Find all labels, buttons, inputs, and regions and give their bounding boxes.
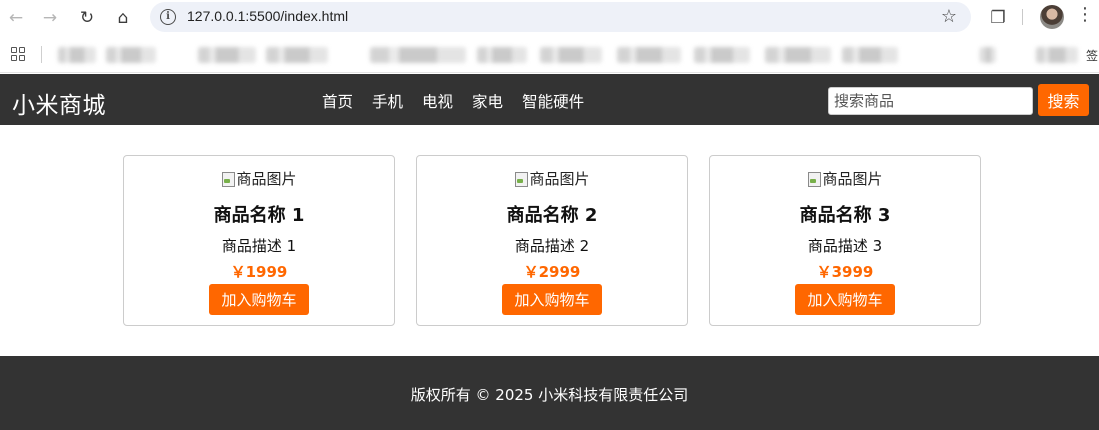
product-card: 商品图片 商品名称 2 商品描述 2 ￥2999 加入购物车 [416, 155, 688, 326]
product-list: 商品图片 商品名称 1 商品描述 1 ￥1999 加入购物车 商品图片 商品名称… [123, 155, 981, 326]
browser-menu-icon[interactable]: ⋮ [1076, 4, 1094, 25]
main-nav: 首页 手机 电视 家电 智能硬件 [322, 90, 584, 112]
bookmark-item[interactable] [370, 47, 466, 63]
bookmarks-divider [41, 46, 42, 63]
home-icon[interactable]: ⌂ [110, 5, 136, 31]
add-to-cart-button[interactable]: 加入购物车 [209, 284, 309, 315]
product-image-alt: 商品图片 [236, 170, 297, 188]
bookmark-item[interactable] [266, 47, 328, 63]
search-input[interactable] [828, 87, 1033, 115]
site-footer: 版权所有 © 2025 小米科技有限责任公司 [0, 356, 1099, 430]
nav-link-tv[interactable]: 电视 [422, 90, 453, 112]
address-bar[interactable]: i 127.0.0.1:5500/index.html ☆ [150, 2, 971, 32]
browser-toolbar: ← → ↻ ⌂ i 127.0.0.1:5500/index.html ☆ ❐ … [0, 0, 1099, 36]
bookmark-star-icon[interactable]: ☆ [941, 6, 957, 27]
product-description: 商品描述 1 [221, 237, 297, 255]
apps-grid-icon[interactable] [11, 47, 25, 61]
bookmark-item[interactable] [980, 47, 996, 63]
forward-arrow-icon[interactable]: → [37, 5, 63, 31]
add-to-cart-button[interactable]: 加入购物车 [502, 284, 602, 315]
nav-link-appliances[interactable]: 家电 [472, 90, 503, 112]
bookmark-item[interactable] [198, 47, 256, 63]
product-price: ￥3999 [816, 263, 874, 281]
bookmark-item[interactable] [106, 47, 156, 63]
address-url[interactable]: 127.0.0.1:5500/index.html [187, 8, 348, 24]
product-image: 商品图片 [124, 168, 394, 189]
bookmark-item[interactable] [617, 47, 681, 63]
search-button[interactable]: 搜索 [1038, 84, 1089, 116]
bookmark-item[interactable] [540, 47, 602, 63]
copyright-text: 版权所有 © 2025 小米科技有限责任公司 [410, 386, 689, 404]
product-card: 商品图片 商品名称 3 商品描述 3 ￥3999 加入购物车 [709, 155, 981, 326]
nav-link-phones[interactable]: 手机 [372, 90, 403, 112]
bookmark-item[interactable] [694, 47, 750, 63]
bookmarks-overflow[interactable]: 签 [1086, 47, 1098, 64]
product-name: 商品名称 3 [799, 205, 891, 226]
product-card: 商品图片 商品名称 1 商品描述 1 ￥1999 加入购物车 [123, 155, 395, 326]
profile-avatar[interactable] [1040, 5, 1064, 29]
site-logo[interactable]: 小米商城 [12, 86, 106, 120]
product-image-alt: 商品图片 [822, 170, 883, 188]
product-description: 商品描述 2 [514, 237, 590, 255]
nav-link-home[interactable]: 首页 [322, 90, 353, 112]
broken-image-icon [221, 171, 236, 187]
product-name: 商品名称 2 [506, 205, 598, 226]
bookmarks-bar: 签 [0, 36, 1099, 73]
back-arrow-icon[interactable]: ← [3, 5, 29, 31]
bookmark-item[interactable] [842, 47, 898, 63]
broken-image-icon [807, 171, 822, 187]
site-header: 小米商城 首页 手机 电视 家电 智能硬件 搜索 [0, 74, 1099, 125]
broken-image-icon [514, 171, 529, 187]
product-description: 商品描述 3 [807, 237, 883, 255]
nav-link-smart-hardware[interactable]: 智能硬件 [522, 90, 584, 112]
bookmark-item[interactable] [1036, 47, 1078, 63]
product-name: 商品名称 1 [213, 205, 305, 226]
bookmark-item[interactable] [765, 47, 831, 63]
add-to-cart-button[interactable]: 加入购物车 [795, 284, 895, 315]
product-image: 商品图片 [417, 168, 687, 189]
product-image: 商品图片 [710, 168, 980, 189]
site-info-icon[interactable]: i [160, 9, 176, 25]
product-image-alt: 商品图片 [529, 170, 590, 188]
toolbar-divider [1022, 9, 1023, 25]
product-price: ￥1999 [230, 263, 288, 281]
reload-icon[interactable]: ↻ [74, 5, 100, 31]
bookmark-item[interactable] [477, 47, 527, 63]
product-price: ￥2999 [523, 263, 581, 281]
bookmark-item[interactable] [58, 47, 96, 63]
extensions-icon[interactable]: ❐ [985, 5, 1011, 31]
